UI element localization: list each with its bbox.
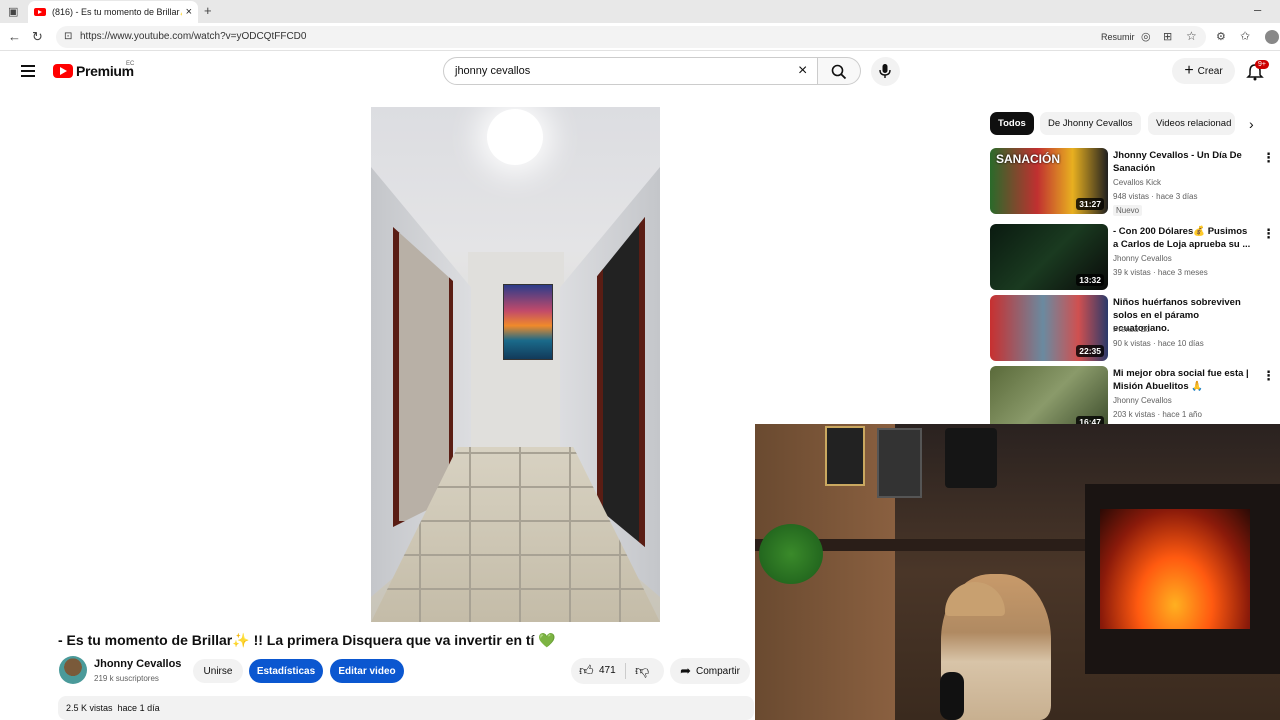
related-channel[interactable]: Jhonny Cevallos	[1113, 396, 1172, 405]
more-options-icon[interactable]: ⋮	[1262, 368, 1275, 384]
view-count: 2.5 K vistas	[66, 703, 113, 713]
like-icon[interactable]: 👍︎	[579, 662, 594, 679]
youtube-favicon-icon	[34, 8, 46, 16]
related-channel[interactable]: Cevallos Kick	[1113, 178, 1161, 187]
new-badge: Nuevo	[1113, 205, 1143, 216]
share-button[interactable]: ➦ Compartir	[670, 658, 750, 684]
duration: 13:32	[1076, 274, 1104, 286]
related-channel[interactable]: Prensa Ec	[1113, 325, 1150, 334]
upload-date: hace 1 día	[117, 703, 160, 713]
search-value: jhonny cevallos	[455, 65, 531, 77]
url-field[interactable]: ⊡ https://www.youtube.com/watch?v=yODCQt…	[56, 26, 1206, 48]
notification-count-badge: 9+	[1255, 60, 1269, 69]
channel-avatar[interactable]	[59, 656, 87, 684]
clear-search-icon[interactable]: ×	[798, 58, 807, 84]
back-icon[interactable]: ←	[8, 29, 21, 45]
video-player[interactable]	[371, 107, 660, 622]
hamburger-menu-icon[interactable]	[21, 65, 35, 80]
more-options-icon[interactable]: ⋮	[1262, 150, 1275, 166]
video-thumbnail[interactable]: 13:32	[990, 224, 1108, 290]
related-meta: 90 k vistas · hace 10 días	[1113, 339, 1204, 348]
share-icon: ➦	[680, 663, 691, 678]
subscriber-count: 219 k suscriptores	[94, 674, 159, 683]
tab-title: (816) - Es tu momento de Brillar✨	[52, 6, 182, 17]
share-label: Compartir	[696, 665, 740, 677]
related-meta: 39 k vistas · hace 3 meses	[1113, 268, 1208, 277]
chevron-right-icon[interactable]: ›	[1249, 116, 1254, 132]
related-video[interactable]: SANACIÓN 31:27 Jhonny Cevallos - Un Día …	[990, 148, 1275, 216]
duration: 22:35	[1076, 345, 1104, 357]
video-frame-lamp	[487, 109, 543, 165]
close-tab-icon[interactable]: ×	[186, 6, 192, 18]
related-video[interactable]: 13:32 - Con 200 Dólares💰 Pusimos a Carlo…	[990, 224, 1275, 292]
youtube-logo[interactable]: Premium EC	[53, 61, 135, 79]
site-info-icon[interactable]: ⊡	[64, 26, 72, 48]
related-title: Mi mejor obra social fue esta | Misión A…	[1113, 368, 1249, 392]
translate-icon[interactable]: ◎	[1141, 29, 1151, 45]
plant	[759, 524, 823, 584]
new-tab-icon[interactable]: +	[204, 3, 212, 19]
video-thumbnail[interactable]: SANACIÓN 31:27	[990, 148, 1108, 214]
favorites-icon[interactable]: ✩	[1240, 28, 1250, 44]
related-meta: 948 vistas · hace 3 días	[1113, 192, 1198, 201]
related-title: - Con 200 Dólares💰 Pusimos a Carlos de L…	[1113, 226, 1251, 250]
related-channel[interactable]: Jhonny Cevallos	[1113, 254, 1172, 263]
video-frame-painting	[503, 284, 553, 360]
chip-de-jhonny-cevallos[interactable]: De Jhonny Cevallos	[1040, 112, 1141, 135]
statistics-button[interactable]: Estadísticas	[249, 659, 323, 683]
description-box[interactable]: 2.5 K vistas hace 1 día	[58, 696, 754, 720]
search-icon	[831, 64, 847, 80]
resumir-button[interactable]: Resumir	[1101, 32, 1135, 42]
related-video[interactable]: 22:35 Niños huérfanos sobreviven solos e…	[990, 295, 1275, 363]
related-meta: 203 k vistas · hace 1 año	[1113, 410, 1202, 419]
microphone	[940, 672, 964, 720]
youtube-play-icon	[53, 64, 73, 78]
video-title: - Es tu momento de Brillar✨ !! La primer…	[58, 632, 556, 648]
plaque-frame	[825, 426, 865, 486]
minimize-icon[interactable]: –	[1254, 2, 1261, 18]
url-text: https://www.youtube.com/watch?v=yODCQtFF…	[80, 31, 307, 42]
chip-videos-relacionados[interactable]: Videos relacionad	[1148, 112, 1235, 135]
jersey-frame	[945, 428, 997, 488]
thumbnail-text: SANACIÓN	[996, 152, 1061, 166]
reload-icon[interactable]: ↻	[32, 29, 43, 45]
video-thumbnail[interactable]: 22:35	[990, 295, 1108, 361]
duration: 31:27	[1076, 198, 1104, 210]
microphone-icon	[879, 64, 891, 78]
tab-actions-icon[interactable]: ▣	[8, 4, 18, 20]
voice-search-button[interactable]	[871, 57, 900, 86]
related-title: Jhonny Cevallos - Un Día De Sanación	[1113, 150, 1242, 174]
like-separator	[625, 663, 626, 679]
like-count: 471	[599, 665, 616, 676]
create-button[interactable]: + Crear	[1172, 58, 1235, 84]
browser-tabbar: ▣ (816) - Es tu momento de Brillar✨ × + …	[0, 0, 1280, 23]
chip-todos[interactable]: Todos	[990, 112, 1034, 135]
video-thumbnail[interactable]: 16:47	[990, 366, 1108, 432]
like-dislike-group: 👍︎ 471 👎︎	[571, 658, 664, 684]
browser-tab[interactable]: (816) - Es tu momento de Brillar✨ ×	[28, 1, 198, 23]
profile-avatar[interactable]	[1265, 30, 1279, 44]
extensions-icon[interactable]: ⚙	[1216, 29, 1226, 45]
country-code: EC	[126, 61, 135, 67]
poster-frame	[877, 428, 922, 498]
plus-icon: +	[1184, 62, 1194, 79]
create-label: Crear	[1197, 65, 1223, 77]
search-button[interactable]	[818, 57, 861, 85]
dislike-icon[interactable]: 👎︎	[635, 662, 649, 679]
fireplace-fire	[1100, 509, 1250, 629]
more-options-icon[interactable]: ⋮	[1262, 226, 1275, 242]
webcam-overlay	[755, 424, 1280, 720]
search-input[interactable]: jhonny cevallos ×	[443, 57, 818, 85]
channel-name[interactable]: Jhonny Cevallos	[94, 658, 181, 670]
favorite-star-icon[interactable]: ☆	[1186, 28, 1197, 44]
apps-icon[interactable]: ⊞	[1163, 29, 1172, 45]
address-bar-row: ← ↻ ⊡ https://www.youtube.com/watch?v=yO…	[0, 23, 1280, 51]
join-button[interactable]: Unirse	[193, 659, 243, 683]
edit-video-button[interactable]: Editar video	[330, 659, 404, 683]
